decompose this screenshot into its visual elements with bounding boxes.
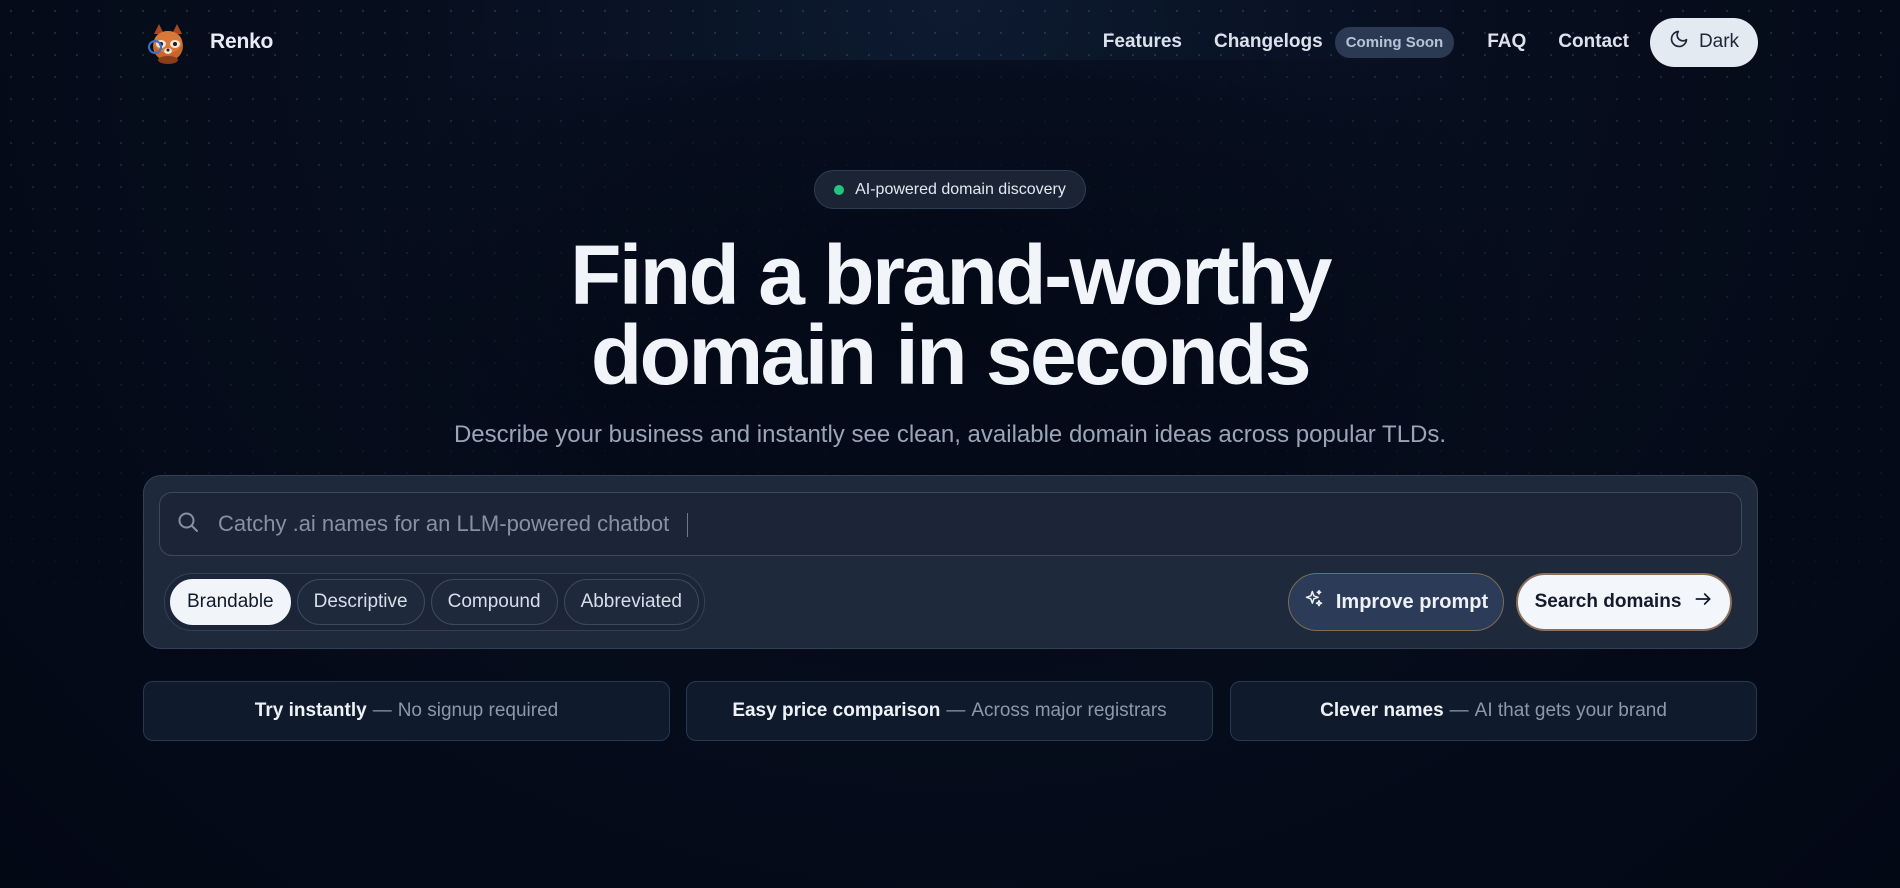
text-caret [687,513,688,537]
nav-link-changelogs[interactable]: Changelogs [1214,31,1323,53]
feature-title: Clever names [1320,700,1444,721]
hero-subtitle: Describe your business and instantly see… [453,421,1447,448]
style-chip-group: Brandable Descriptive Compound Abbreviat… [164,573,705,631]
feature-title: Try instantly [254,700,367,721]
arrow-right-icon [1693,589,1713,615]
feature-separator: — [372,700,392,721]
feature-title: Easy price comparison [732,700,941,721]
moon-icon [1669,29,1689,55]
feature-card-price: Easy price comparison — Across major reg… [686,681,1213,741]
feature-separator: — [1449,700,1469,721]
hero-headline: Find a brand-worthy domain in seconds [350,233,1550,397]
search-icon [176,510,200,539]
coming-soon-badge: Coming Soon [1334,26,1455,58]
headline-line-2: domain in seconds [590,308,1312,402]
feature-desc: No signup required [397,700,559,721]
search-box[interactable] [159,492,1742,556]
nav-link-faq[interactable]: FAQ [1487,31,1526,53]
nav-link-contact[interactable]: Contact [1558,31,1629,53]
ai-badge-pill: AI-powered domain discovery [814,170,1086,209]
nav-link-features[interactable]: Features [1103,31,1182,53]
feature-card-try: Try instantly — No signup required [143,681,670,741]
theme-toggle-label: Dark [1698,31,1740,52]
feature-desc: Across major registrars [971,700,1167,721]
sparkle-icon [1304,589,1324,615]
feature-separator: — [946,700,966,721]
search-domains-button[interactable]: Search domains [1516,573,1732,631]
status-dot-icon [834,184,845,195]
chip-abbreviated[interactable]: Abbreviated [563,579,699,625]
nav-links: Features Changelogs Coming Soon FAQ Cont… [1103,17,1758,67]
top-nav: Renko Features Changelogs Coming Soon FA… [0,0,1900,86]
feature-card-names: Clever names — AI that gets your brand [1230,681,1757,741]
improve-prompt-button[interactable]: Improve prompt [1288,573,1504,631]
search-panel: Brandable Descriptive Compound Abbreviat… [143,475,1758,649]
improve-prompt-label: Improve prompt [1335,590,1489,613]
search-domains-label: Search domains [1534,591,1682,612]
chip-brandable[interactable]: Brandable [170,579,291,625]
feature-desc: AI that gets your brand [1474,700,1667,721]
chip-compound[interactable]: Compound [430,579,558,625]
ai-badge-text: AI-powered domain discovery [855,180,1066,198]
theme-toggle-button[interactable]: Dark [1650,17,1758,67]
brand[interactable]: Renko [146,20,273,64]
brand-name: Renko [210,30,274,53]
red-panda-logo-icon [146,20,190,64]
chip-descriptive[interactable]: Descriptive [296,579,425,625]
search-input[interactable] [218,493,1718,555]
